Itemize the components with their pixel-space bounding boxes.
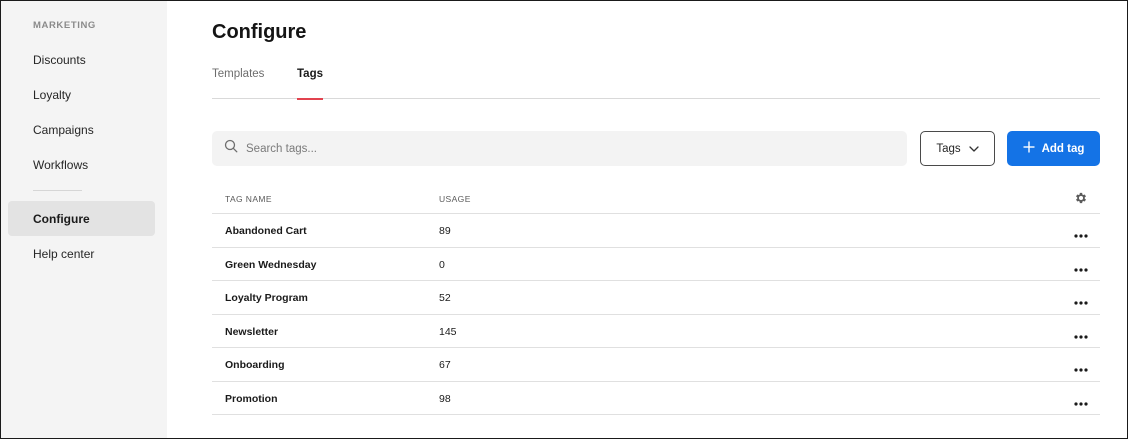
usage-cell: 89 <box>439 225 451 237</box>
table-header: TAG NAME USAGE <box>212 182 1100 214</box>
usage-cell: 0 <box>439 258 445 271</box>
more-horizontal-icon[interactable] <box>1074 359 1088 377</box>
tab-bar: Templates Tags <box>212 59 1100 100</box>
more-horizontal-icon[interactable] <box>1074 393 1088 411</box>
sidebar-item-campaigns[interactable]: Campaigns <box>8 112 155 147</box>
tab-templates[interactable]: Templates <box>212 59 264 99</box>
more-horizontal-icon[interactable] <box>1074 259 1088 277</box>
filter-label: Tags <box>936 142 961 155</box>
sidebar-divider <box>33 190 82 191</box>
tags-filter-dropdown[interactable]: Tags <box>920 131 995 166</box>
search-input[interactable] <box>246 142 846 155</box>
page-title: Configure <box>212 21 307 43</box>
sidebar: MARKETING Discounts Loyalty Campaigns Wo… <box>1 1 167 438</box>
sidebar-item-configure[interactable]: Configure <box>8 201 155 236</box>
sidebar-item-label: Configure <box>33 211 90 226</box>
sidebar-item-label: Campaigns <box>33 122 94 137</box>
table-row[interactable]: Abandoned Cart 89 <box>212 214 1100 248</box>
plus-icon <box>1023 141 1035 156</box>
tab-label: Tags <box>297 68 323 80</box>
tag-name-cell: Abandoned Cart <box>225 225 307 237</box>
sidebar-item-help-center[interactable]: Help center <box>8 236 155 271</box>
tag-name-cell: Onboarding <box>225 359 285 371</box>
add-tag-button[interactable]: Add tag <box>1007 131 1100 166</box>
tab-label: Templates <box>212 68 265 80</box>
main-content: Configure Templates Tags Tags <box>167 1 1127 438</box>
tag-name-cell: Green Wednesday <box>225 258 317 271</box>
column-header-tag-name: TAG NAME <box>225 194 272 204</box>
tab-tags[interactable]: Tags <box>297 59 323 100</box>
sidebar-item-label: Discounts <box>33 52 86 67</box>
search-box <box>212 131 907 166</box>
table-row[interactable]: Green Wednesday 0 <box>212 248 1100 281</box>
sidebar-item-label: Loyalty <box>33 87 72 102</box>
chevron-down-icon <box>968 143 979 155</box>
sidebar-item-discounts[interactable]: Discounts <box>8 42 155 77</box>
tag-name-cell: Newsletter <box>225 325 279 338</box>
tags-table: TAG NAME USAGE Abandoned Cart 89 Green W… <box>212 182 1100 415</box>
add-tag-label: Add tag <box>1041 142 1085 155</box>
sidebar-item-loyalty[interactable]: Loyalty <box>8 77 155 112</box>
table-row[interactable]: Onboarding 67 <box>212 348 1100 382</box>
tag-name-cell: Loyalty Program <box>225 292 308 304</box>
app-window: MARKETING Discounts Loyalty Campaigns Wo… <box>0 0 1128 439</box>
tag-name-cell: Promotion <box>225 392 278 405</box>
usage-cell: 67 <box>439 359 451 371</box>
search-icon <box>224 139 238 158</box>
column-header-usage: USAGE <box>439 194 471 204</box>
sidebar-item-label: Help center <box>33 246 95 261</box>
sidebar-item-workflows[interactable]: Workflows <box>8 147 155 182</box>
sidebar-item-label: Workflows <box>33 157 89 172</box>
more-horizontal-icon[interactable] <box>1074 326 1088 344</box>
table-row[interactable]: Newsletter 145 <box>212 315 1100 348</box>
sidebar-section-title: MARKETING <box>33 20 96 31</box>
usage-cell: 145 <box>439 325 457 338</box>
usage-cell: 52 <box>439 292 451 304</box>
table-row[interactable]: Loyalty Program 52 <box>212 281 1100 315</box>
usage-cell: 98 <box>439 392 451 405</box>
table-row[interactable]: Promotion 98 <box>212 382 1100 415</box>
more-horizontal-icon[interactable] <box>1074 292 1088 310</box>
gear-icon[interactable] <box>1074 191 1088 210</box>
more-horizontal-icon[interactable] <box>1074 225 1088 243</box>
